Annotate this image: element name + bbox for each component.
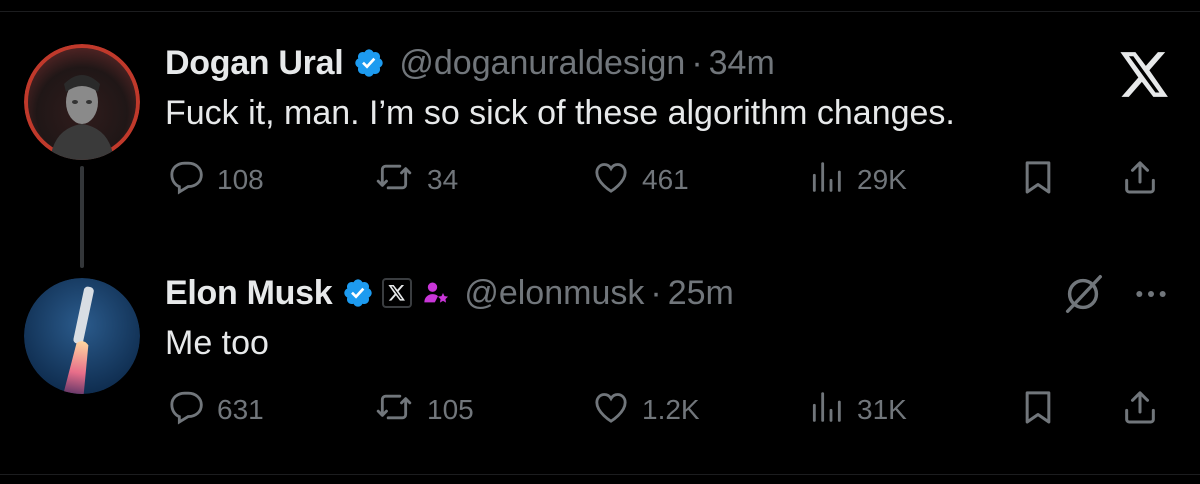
repost-icon	[371, 157, 427, 204]
action-bar: 631 105 1.2K 31K	[165, 390, 1185, 430]
separator: ·	[650, 273, 662, 312]
grok-icon	[1060, 271, 1106, 322]
share-button[interactable]	[1120, 390, 1170, 430]
views-icon	[805, 387, 857, 434]
bookmark-button[interactable]	[1018, 390, 1068, 430]
thread-connector	[80, 166, 84, 268]
heart-icon	[590, 157, 642, 204]
like-count: 1.2K	[642, 394, 700, 425]
handle[interactable]: @elonmusk	[464, 274, 644, 313]
affiliate-x-badge-icon[interactable]	[382, 278, 413, 308]
like-button[interactable]: 1.2K	[590, 390, 700, 430]
like-count: 461	[642, 164, 689, 195]
reply-icon	[165, 387, 217, 434]
tweet-2[interactable]: Elon Musk @elonmusk · 25m Me too 631 105…	[165, 270, 1185, 425]
heart-icon	[590, 387, 642, 434]
views-button[interactable]: 29K	[805, 160, 907, 200]
views-count: 31K	[857, 394, 907, 425]
tweet-text: Me too	[165, 324, 269, 362]
repost-icon	[371, 387, 427, 434]
tweet-header: Elon Musk @elonmusk · 25m	[165, 270, 1185, 316]
timestamp[interactable]: 34m	[709, 44, 775, 83]
action-bar: 108 34 461 29K	[165, 160, 1185, 200]
reply-button[interactable]: 108	[165, 160, 264, 200]
grok-button[interactable]	[1060, 274, 1106, 316]
avatar-dogan-ural[interactable]	[24, 44, 140, 160]
repost-count: 105	[427, 394, 474, 425]
bookmark-button[interactable]	[1018, 160, 1068, 200]
reply-count: 631	[217, 394, 264, 425]
views-count: 29K	[857, 164, 907, 195]
display-name[interactable]: Elon Musk	[165, 274, 333, 313]
tweet-1[interactable]: Dogan Ural @doganuraldesign · 34m Fuck i…	[165, 40, 1185, 195]
views-button[interactable]: 31K	[805, 390, 907, 430]
repost-count: 34	[427, 164, 459, 195]
bottom-divider	[0, 474, 1200, 475]
x-logo-icon	[1120, 52, 1170, 103]
handle[interactable]: @doganuraldesign	[399, 44, 685, 83]
share-button[interactable]	[1120, 160, 1170, 200]
repost-button[interactable]: 34	[371, 160, 458, 200]
timestamp[interactable]: 25m	[668, 274, 734, 313]
top-divider	[0, 11, 1200, 12]
views-icon	[805, 157, 857, 204]
display-name[interactable]: Dogan Ural	[165, 44, 344, 83]
share-icon	[1120, 157, 1170, 204]
subscriber-badge-icon	[422, 278, 450, 308]
tweet-text: Fuck it, man. I’m so sick of these algor…	[165, 94, 955, 132]
share-icon	[1120, 387, 1170, 434]
verified-badge-icon	[353, 47, 385, 79]
bookmark-icon	[1018, 387, 1068, 434]
tweet-header: Dogan Ural @doganuraldesign · 34m	[165, 40, 1185, 86]
reply-icon	[165, 157, 217, 204]
avatar-elon-musk[interactable]	[24, 278, 140, 394]
reply-button[interactable]: 631	[165, 390, 264, 430]
verified-badge-icon	[342, 277, 374, 309]
bookmark-icon	[1018, 157, 1068, 204]
reply-count: 108	[217, 164, 264, 195]
repost-button[interactable]: 105	[371, 390, 474, 430]
like-button[interactable]: 461	[590, 160, 689, 200]
separator: ·	[691, 43, 703, 82]
more-icon	[1130, 274, 1172, 319]
more-button[interactable]	[1130, 276, 1172, 316]
